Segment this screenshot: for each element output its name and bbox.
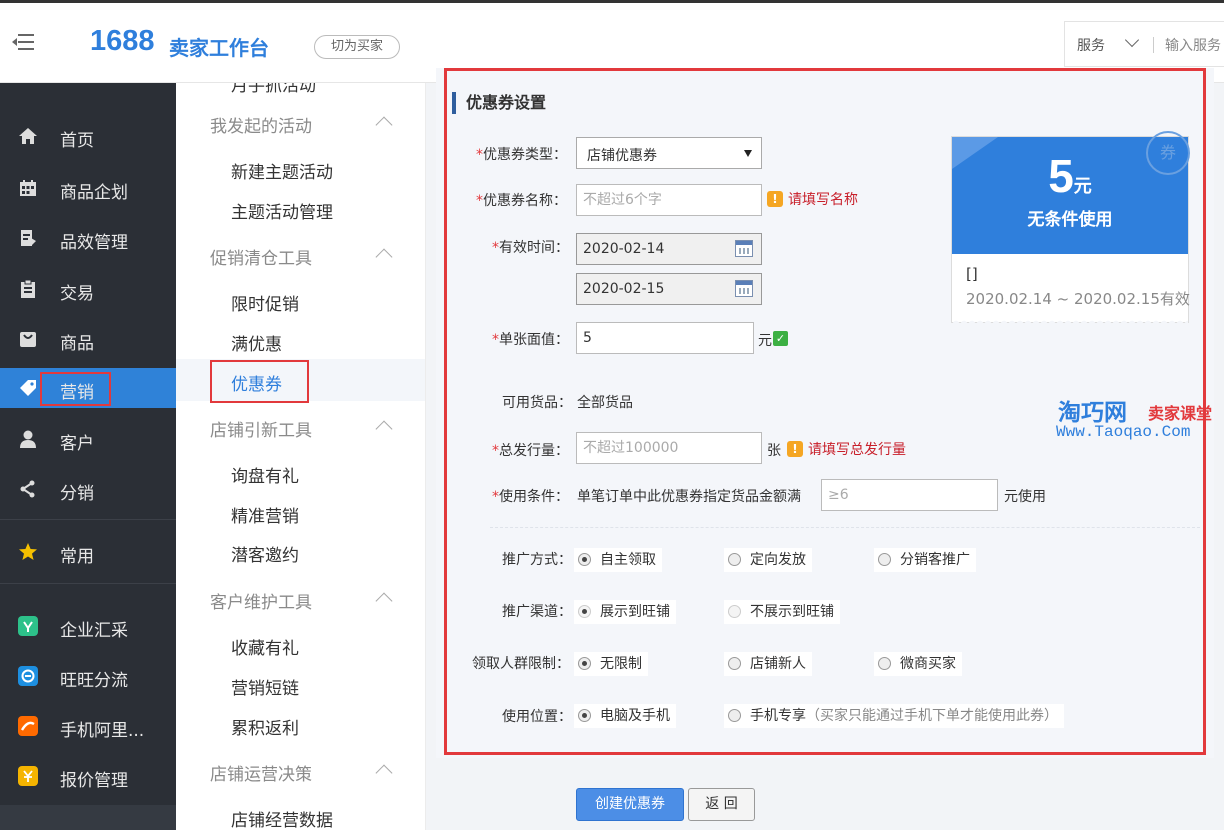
highlight-box-marketing — [40, 372, 111, 406]
subnav-item-cut[interactable]: 月手抓活动 — [231, 83, 316, 96]
chevron-up-icon[interactable] — [375, 248, 393, 266]
sidebar-divider — [0, 519, 176, 520]
subnav-item-full-discount[interactable]: 满优惠 — [231, 330, 282, 355]
sidebar-item-effect-management[interactable]: 品效管理 — [0, 218, 176, 258]
chart-doc-icon — [21, 230, 36, 246]
subnav-item-marketing-short-link[interactable]: 营销短链 — [231, 674, 299, 699]
brand-logo-title[interactable]: 卖家工作台 — [169, 32, 269, 61]
quote-icon — [18, 766, 38, 786]
subnav-item-flash-sale[interactable]: 限时促销 — [231, 290, 299, 315]
wangwang-icon — [18, 666, 38, 686]
subnav-item-precision-marketing[interactable]: 精准营销 — [231, 502, 299, 527]
sidebar-divider — [0, 583, 176, 584]
sidebar-item-trade[interactable]: 交易 — [0, 269, 176, 309]
back-button[interactable]: 返 回 — [688, 788, 755, 821]
sidebar-item-label: 首页 — [60, 131, 94, 151]
sidebar-item-label: 企业汇采 — [60, 621, 128, 641]
sidebar-item-quote-management[interactable]: 报价管理 — [0, 756, 176, 796]
sidebar-item-home[interactable]: 首页 — [0, 116, 176, 156]
subnav-item-new-theme-activity[interactable]: 新建主题活动 — [231, 158, 333, 183]
subnav-group-acquisition-tools[interactable]: 店铺引新工具 — [210, 416, 312, 441]
sidebar-item-distribution[interactable]: 分销 — [0, 469, 176, 509]
sidebar-item-label: 手机阿里... — [60, 721, 145, 741]
highlight-box-coupon-form — [444, 68, 1206, 755]
subnav-item-theme-activity-management[interactable]: 主题活动管理 — [231, 198, 333, 223]
calendar-icon — [20, 180, 36, 196]
sidebar-item-label: 商品 — [60, 334, 94, 354]
subnav-item-inquiry-gift[interactable]: 询盘有礼 — [231, 462, 299, 487]
brand-logo-number[interactable]: 1688 — [90, 25, 155, 58]
user-icon — [20, 430, 36, 448]
main-sidebar: 首页 商品企划 品效管理 交易 商品 营销 客户 分销 常用 企业汇采 旺旺分流 — [0, 83, 176, 830]
sidebar-item-customers[interactable]: 客户 — [0, 419, 176, 459]
header-divider — [1153, 37, 1154, 53]
subnav-item-store-operation-data[interactable]: 店铺经营数据 — [231, 806, 333, 830]
menu-collapse-icon[interactable] — [12, 34, 34, 50]
subnav-group-promotion-tools[interactable]: 促销清仓工具 — [210, 244, 312, 269]
star-icon — [19, 543, 37, 560]
subnav-item-cumulative-rebate[interactable]: 累积返利 — [231, 714, 299, 739]
sidebar-item-mobile-ali[interactable]: 手机阿里... — [0, 706, 176, 746]
sidebar-item-label: 交易 — [60, 284, 94, 304]
sidebar-item-favorites[interactable]: 常用 — [0, 532, 176, 572]
sidebar-item-products[interactable]: 商品 — [0, 319, 176, 359]
subnav-item-prospect-invite[interactable]: 潜客邀约 — [231, 541, 299, 566]
sidebar-item-label: 常用 — [60, 547, 94, 567]
subnav-group-operation-decision[interactable]: 店铺运营决策 — [210, 760, 312, 785]
mobile-ali-icon — [18, 716, 38, 736]
subnav-group-my-activities[interactable]: 我发起的活动 — [210, 112, 312, 137]
sidebar-item-label: 品效管理 — [60, 233, 128, 253]
sidebar-item-label: 旺旺分流 — [60, 671, 128, 691]
sidebar-item-label: 客户 — [60, 434, 94, 454]
service-search-input[interactable]: 输入服务 — [1165, 35, 1221, 55]
sidebar-item-label: 商品企划 — [60, 183, 128, 203]
clipboard-icon — [21, 279, 35, 298]
header-right-panel: 服务 输入服务 — [1064, 21, 1224, 67]
chevron-up-icon[interactable] — [375, 420, 393, 438]
sidebar-item-enterprise-purchase[interactable]: 企业汇采 — [0, 606, 176, 646]
sidebar-bottom-item — [0, 805, 176, 830]
sidebar-item-wangwang-diversion[interactable]: 旺旺分流 — [0, 656, 176, 696]
create-coupon-button[interactable]: 创建优惠券 — [576, 788, 684, 821]
service-menu[interactable]: 服务 — [1077, 35, 1105, 55]
highlight-box-coupon — [210, 360, 309, 403]
home-icon — [19, 128, 37, 144]
tag-icon — [20, 380, 36, 396]
chevron-up-icon[interactable] — [375, 592, 393, 610]
chevron-down-icon[interactable] — [1124, 32, 1140, 48]
chevron-up-icon[interactable] — [375, 764, 393, 782]
distribute-icon — [20, 480, 35, 498]
sidebar-item-label: 分销 — [60, 484, 94, 504]
bag-icon — [20, 332, 36, 347]
subnav-item-favorite-gift[interactable]: 收藏有礼 — [231, 634, 299, 659]
subnav-group-retention-tools[interactable]: 客户维护工具 — [210, 588, 312, 613]
enterprise-icon — [18, 616, 38, 636]
switch-to-buyer-button[interactable]: 切为买家 — [314, 35, 400, 59]
sidebar-item-product-planning[interactable]: 商品企划 — [0, 168, 176, 208]
sidebar-item-label: 报价管理 — [60, 771, 128, 791]
chevron-up-icon[interactable] — [375, 116, 393, 134]
marketing-subnav: 月手抓活动 我发起的活动 新建主题活动 主题活动管理 促销清仓工具 限时促销 满… — [176, 83, 426, 830]
